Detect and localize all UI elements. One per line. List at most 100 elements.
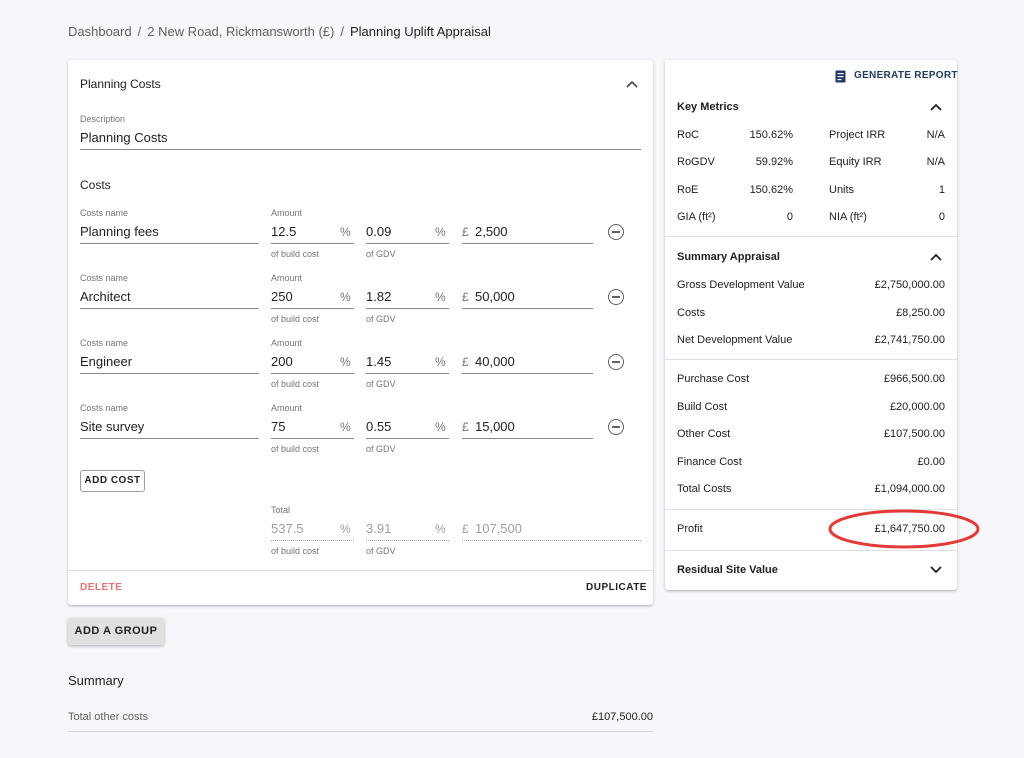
metric-value: 0 xyxy=(786,210,793,223)
amount-label: Amount xyxy=(271,338,303,348)
breadcrumb-current: Planning Uplift Appraisal xyxy=(349,24,491,39)
metric-label: Project IRR xyxy=(829,129,886,141)
amount-underline xyxy=(271,243,354,244)
remove-cost-icon[interactable] xyxy=(608,224,624,240)
percent-unit: % xyxy=(340,355,351,369)
cost-value-input[interactable]: 50,000 xyxy=(475,289,515,304)
gdv-caption: of GDV xyxy=(366,249,396,259)
percent-unit: % xyxy=(340,420,351,434)
cost-name-input[interactable]: Planning fees xyxy=(80,224,159,239)
breadcrumb-property[interactable]: 2 New Road, Rickmansworth (£) xyxy=(147,24,334,39)
percent-unit: % xyxy=(340,290,351,304)
total-gdv-caption: of GDV xyxy=(366,546,396,556)
appraisal-value: £8,250.00 xyxy=(896,306,945,319)
profit-label: Profit xyxy=(677,523,703,535)
amount-underline xyxy=(271,308,354,309)
total-value-underline xyxy=(462,540,641,541)
cost-name-label: Costs name xyxy=(80,403,129,413)
appraisal-label: Gross Development Value xyxy=(677,279,805,291)
currency-unit: £ xyxy=(462,522,469,536)
gdv-caption: of GDV xyxy=(366,314,396,324)
appraisal-value: £1,094,000.00 xyxy=(874,483,945,495)
currency-unit: £ xyxy=(462,225,469,239)
cost-value-input[interactable]: 2,500 xyxy=(475,224,508,239)
add-group-button[interactable]: ADD A GROUP xyxy=(68,618,164,645)
appraisal-label: Total Costs xyxy=(677,483,732,495)
cost-name-input[interactable]: Architect xyxy=(80,289,131,304)
cost-value-underline xyxy=(462,438,593,439)
currency-unit: £ xyxy=(462,420,469,434)
appraisal-label: Finance Cost xyxy=(677,455,742,468)
cost-name-underline xyxy=(80,373,259,374)
total-label: Total xyxy=(271,505,291,515)
metric-value: 150.62% xyxy=(749,183,793,196)
cost-name-label: Costs name xyxy=(80,338,129,348)
total-amount: 537.5 xyxy=(271,521,304,536)
metric-label: NIA (ft²) xyxy=(829,210,867,223)
metric-value: 150.62% xyxy=(749,129,793,141)
cost-name-underline xyxy=(80,308,259,309)
appraisal-label: Costs xyxy=(677,306,706,319)
summary-divider xyxy=(68,731,653,732)
total-gdv: 3.91 xyxy=(366,521,392,536)
total-build-cost-caption: of build cost xyxy=(271,546,320,556)
summary-heading: Summary xyxy=(68,673,124,688)
amount-input[interactable]: 200 xyxy=(271,354,293,369)
remove-cost-icon[interactable] xyxy=(608,419,624,435)
residual-site-value-title: Residual Site Value xyxy=(677,564,778,576)
card-footer-divider xyxy=(68,570,653,571)
metric-value: N/A xyxy=(926,156,945,169)
chevron-up-icon[interactable] xyxy=(930,103,942,111)
appraisal-label: Other Cost xyxy=(677,428,731,440)
cost-name-input[interactable]: Site survey xyxy=(80,419,144,434)
gdv-percent-input[interactable]: 1.45 xyxy=(366,354,391,369)
amount-input[interactable]: 75 xyxy=(271,419,285,434)
percent-unit: % xyxy=(435,420,446,434)
chevron-up-icon[interactable] xyxy=(930,253,942,261)
total-gdv-underline xyxy=(366,540,449,541)
build-cost-caption: of build cost xyxy=(271,444,320,454)
gdv-percent-input[interactable]: 1.82 xyxy=(366,289,391,304)
metric-value: 59.92% xyxy=(755,156,793,169)
cost-name-input[interactable]: Engineer xyxy=(80,354,132,369)
cost-value-input[interactable]: 15,000 xyxy=(475,419,515,434)
currency-unit: £ xyxy=(462,355,469,369)
gdv-underline xyxy=(366,373,449,374)
percent-unit: % xyxy=(435,290,446,304)
total-other-costs-value: £107,500.00 xyxy=(591,711,653,723)
metric-value: 1 xyxy=(938,183,945,196)
breadcrumb-dashboard[interactable]: Dashboard xyxy=(68,24,132,39)
cost-value-underline xyxy=(462,373,593,374)
amount-input[interactable]: 12.5 xyxy=(271,224,296,239)
gdv-percent-input[interactable]: 0.09 xyxy=(366,224,391,239)
delete-button[interactable]: DELETE xyxy=(80,582,122,593)
gdv-underline xyxy=(366,308,449,309)
amount-underline xyxy=(271,438,354,439)
gdv-underline xyxy=(366,438,449,439)
cost-name-label: Costs name xyxy=(80,208,129,218)
panel-divider xyxy=(665,359,957,360)
metric-label: Units xyxy=(829,183,855,196)
appraisal-label: Net Development Value xyxy=(677,334,793,346)
remove-cost-icon[interactable] xyxy=(608,354,624,370)
cost-value-underline xyxy=(462,243,593,244)
metrics-panel: GENERATE REPORT Key Metrics RoC 150.62% Ro… xyxy=(665,60,980,590)
appraisal-label: Build Cost xyxy=(677,400,728,413)
metric-label: RoGDV xyxy=(677,156,715,169)
profit-highlight-ellipse xyxy=(828,509,980,549)
percent-unit: % xyxy=(340,522,351,536)
total-amount-underline xyxy=(271,540,354,541)
remove-cost-icon[interactable] xyxy=(608,289,624,305)
currency-unit: £ xyxy=(462,290,469,304)
amount-label: Amount xyxy=(271,273,303,283)
duplicate-button[interactable]: DUPLICATE xyxy=(586,582,646,593)
chevron-up-icon[interactable] xyxy=(626,80,638,88)
gdv-percent-input[interactable]: 0.55 xyxy=(366,419,391,434)
amount-label: Amount xyxy=(271,208,303,218)
amount-input[interactable]: 250 xyxy=(271,289,293,304)
chevron-down-icon[interactable] xyxy=(930,566,942,574)
description-input[interactable]: Planning Costs xyxy=(80,130,167,145)
add-cost-button[interactable]: ADD COST xyxy=(80,470,145,492)
cost-value-input[interactable]: 40,000 xyxy=(475,354,515,369)
generate-report-button[interactable]: GENERATE REPORT xyxy=(835,69,957,85)
